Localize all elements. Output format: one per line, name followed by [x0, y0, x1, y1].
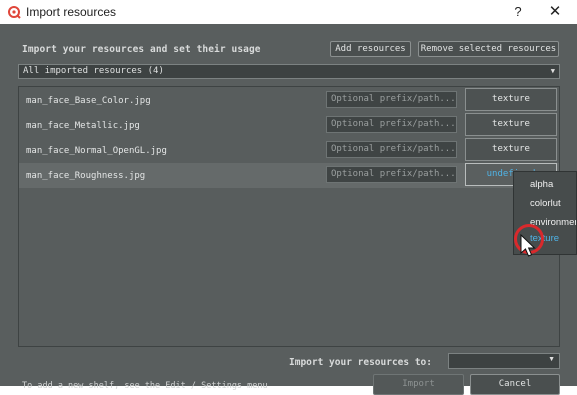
- prefix-input[interactable]: Optional prefix/path...: [326, 141, 457, 158]
- resource-filter-value: All imported resources (4): [23, 66, 164, 76]
- prefix-input[interactable]: Optional prefix/path...: [326, 91, 457, 108]
- resource-name: man_face_Roughness.jpg: [26, 171, 146, 181]
- add-resources-button[interactable]: Add resources: [330, 41, 411, 57]
- usage-select[interactable]: texture: [465, 88, 557, 111]
- chevron-down-icon: ▼: [550, 67, 555, 75]
- app-logo-icon: [8, 6, 21, 19]
- usage-select[interactable]: texture: [465, 113, 557, 136]
- title-bar: Import resources ? ✕: [0, 0, 577, 24]
- resource-row[interactable]: man_face_Metallic.jpg Optional prefix/pa…: [19, 113, 559, 138]
- help-button[interactable]: ?: [507, 3, 529, 21]
- resource-name: man_face_Base_Color.jpg: [26, 96, 151, 106]
- resource-row[interactable]: man_face_Normal_OpenGL.jpg Optional pref…: [19, 138, 559, 163]
- cancel-button[interactable]: Cancel: [470, 374, 560, 395]
- import-dialog: Import your resources and set their usag…: [0, 24, 577, 395]
- close-button[interactable]: ✕: [544, 3, 566, 21]
- remove-selected-resources-button[interactable]: Remove selected resources: [418, 41, 559, 57]
- window-title: Import resources: [26, 5, 117, 19]
- resource-row[interactable]: man_face_Base_Color.jpg Optional prefix/…: [19, 88, 559, 113]
- resource-filter-select[interactable]: All imported resources (4) ▼: [18, 64, 560, 79]
- import-destination-label: Import your resources to:: [289, 357, 432, 368]
- menu-item-alpha[interactable]: alpha: [530, 179, 553, 190]
- usage-select[interactable]: texture: [465, 138, 557, 161]
- shelf-hint-text: To add a new shelf, see the Edit / Setti…: [22, 381, 268, 391]
- resource-list: man_face_Base_Color.jpg Optional prefix/…: [18, 86, 560, 347]
- prefix-input[interactable]: Optional prefix/path...: [326, 116, 457, 133]
- prefix-input[interactable]: Optional prefix/path...: [326, 166, 457, 183]
- import-button[interactable]: Import: [373, 374, 464, 395]
- chevron-down-icon: ▼: [548, 355, 555, 363]
- mouse-cursor-icon: [520, 234, 536, 257]
- resource-name: man_face_Normal_OpenGL.jpg: [26, 146, 167, 156]
- resource-row-selected[interactable]: man_face_Roughness.jpg Optional prefix/p…: [19, 163, 559, 188]
- dialog-heading: Import your resources and set their usag…: [22, 44, 261, 55]
- menu-item-colorlut[interactable]: colorlut: [530, 198, 561, 209]
- resource-name: man_face_Metallic.jpg: [26, 121, 140, 131]
- import-destination-select[interactable]: ▼: [448, 353, 560, 369]
